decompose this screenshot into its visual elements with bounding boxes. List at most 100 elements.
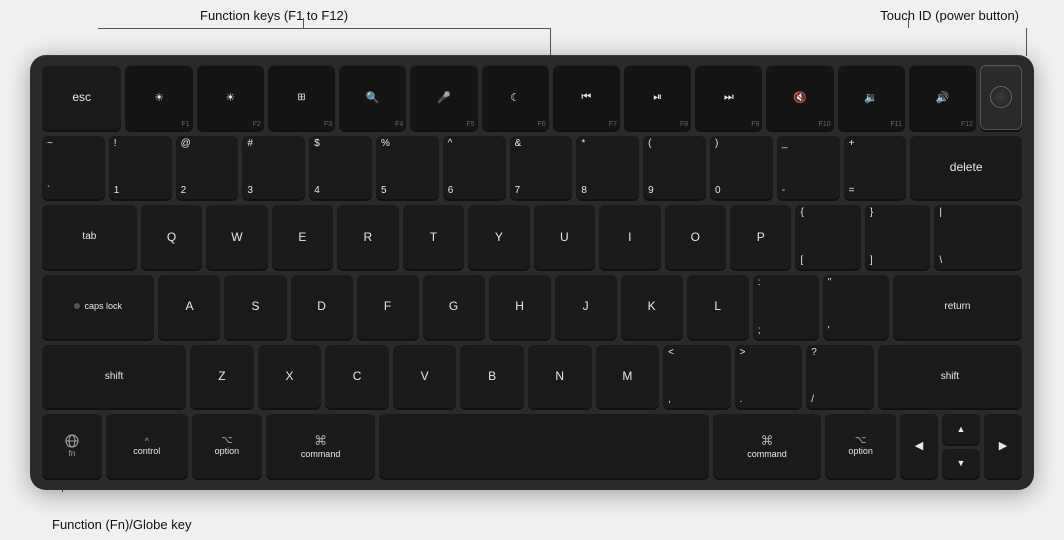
key-arrow-up[interactable]: ▲ [942,413,980,443]
key-u[interactable]: U [534,204,595,269]
key-f10[interactable]: 🔇 F10 [766,65,833,130]
key-arrow-left[interactable]: ◀ [900,413,938,478]
key-x[interactable]: X [258,344,322,409]
key-0-bot: 0 [715,185,721,196]
key-minus[interactable]: _ - [777,135,840,200]
key-f1[interactable]: ☀ F1 [125,65,192,130]
key-arrow-right[interactable]: ▶ [984,413,1022,478]
key-f11[interactable]: 🔉 F11 [838,65,905,130]
key-capslock[interactable]: caps lock [42,274,154,339]
key-d[interactable]: D [291,274,353,339]
key-a[interactable]: A [158,274,220,339]
key-tab[interactable]: tab [42,204,137,269]
key-c[interactable]: C [325,344,389,409]
key-command-left-symbol: ⌘ [314,433,327,449]
key-semicolon[interactable]: : ; [753,274,819,339]
key-bracket-close[interactable]: } ] [865,204,930,269]
key-3[interactable]: # 3 [242,135,305,200]
key-1[interactable]: ! 1 [109,135,172,200]
key-v[interactable]: V [393,344,457,409]
key-f8[interactable]: ⏯ F8 [624,65,691,130]
key-7-bot: 7 [515,185,521,196]
key-o[interactable]: O [665,204,726,269]
key-period[interactable]: > . [735,344,803,409]
key-arrow-down[interactable]: ▼ [942,448,980,478]
key-m[interactable]: M [596,344,660,409]
key-o-label: O [691,230,700,244]
key-e[interactable]: E [272,204,333,269]
key-b[interactable]: B [460,344,524,409]
key-j[interactable]: J [555,274,617,339]
key-f12[interactable]: 🔊 F12 [909,65,976,130]
key-f6[interactable]: ☾ F6 [482,65,549,130]
key-shift-left[interactable]: shift [42,344,186,409]
key-comma[interactable]: < , [663,344,731,409]
key-f9[interactable]: ⏭ F9 [695,65,762,130]
key-capslock-label: caps lock [84,301,122,311]
tab-row: tab Q W E R T Y U I O P { [ } ] | \ [42,204,1022,269]
key-7[interactable]: & 7 [510,135,573,200]
key-f4-icon: 🔍 [366,91,380,104]
key-equals[interactable]: + = [844,135,907,200]
key-f3[interactable]: ⊞ F3 [268,65,335,130]
key-f[interactable]: F [357,274,419,339]
key-5[interactable]: % 5 [376,135,439,200]
key-control-up-label: ^ [145,436,149,446]
key-y[interactable]: Y [468,204,529,269]
key-p[interactable]: P [730,204,791,269]
key-l[interactable]: L [687,274,749,339]
key-q[interactable]: Q [141,204,202,269]
key-backtick[interactable]: ~ ` [42,135,105,200]
key-bracket-open[interactable]: { [ [795,204,860,269]
key-quote[interactable]: " ' [823,274,889,339]
key-f4[interactable]: 🔍 F4 [339,65,406,130]
key-m-label: M [622,369,632,383]
key-backtick-bot: ` [47,185,50,196]
key-6-bot: 6 [448,185,454,196]
globe-key-annotation: Function (Fn)/Globe key [52,517,191,532]
key-touchid[interactable] [980,65,1022,130]
key-0[interactable]: ) 0 [710,135,773,200]
key-5-bot: 5 [381,185,387,196]
key-s[interactable]: S [224,274,286,339]
key-w[interactable]: W [206,204,267,269]
key-esc-label: esc [72,90,91,104]
key-r[interactable]: R [337,204,398,269]
key-fn-globe[interactable]: fn [42,413,102,478]
key-f6-num: F6 [538,121,546,128]
key-space[interactable] [379,413,709,478]
key-backslash-bot: \ [939,255,942,266]
key-option-left[interactable]: ⌥ option [192,413,263,478]
key-2[interactable]: @ 2 [176,135,239,200]
key-f2[interactable]: ☀ F2 [197,65,264,130]
key-6[interactable]: ^ 6 [443,135,506,200]
key-return[interactable]: return [893,274,1022,339]
key-comma-bot: , [668,394,671,405]
key-g[interactable]: G [423,274,485,339]
key-h[interactable]: H [489,274,551,339]
key-command-right[interactable]: ⌘ command [713,413,822,478]
key-option-right[interactable]: ⌥ option [825,413,896,478]
key-9[interactable]: ( 9 [643,135,706,200]
key-f3-num: F3 [324,121,332,128]
key-command-left[interactable]: ⌘ command [266,413,375,478]
key-f-label: F [384,299,391,313]
key-delete[interactable]: delete [910,135,1022,200]
key-f1-num: F1 [182,121,190,128]
key-i[interactable]: I [599,204,660,269]
key-esc[interactable]: esc [42,65,121,130]
key-z[interactable]: Z [190,344,254,409]
key-k[interactable]: K [621,274,683,339]
key-slash[interactable]: ? / [806,344,874,409]
key-f7[interactable]: ⏮ F7 [553,65,620,130]
key-8[interactable]: * 8 [576,135,639,200]
key-q-label: Q [167,230,176,244]
key-control[interactable]: ^ control [106,413,188,478]
key-shift-right[interactable]: shift [878,344,1022,409]
key-f5[interactable]: 🎤 F5 [410,65,477,130]
key-quote-bot: ' [828,325,830,336]
key-n[interactable]: N [528,344,592,409]
key-backslash[interactable]: | \ [934,204,1022,269]
key-t[interactable]: T [403,204,464,269]
key-4[interactable]: $ 4 [309,135,372,200]
